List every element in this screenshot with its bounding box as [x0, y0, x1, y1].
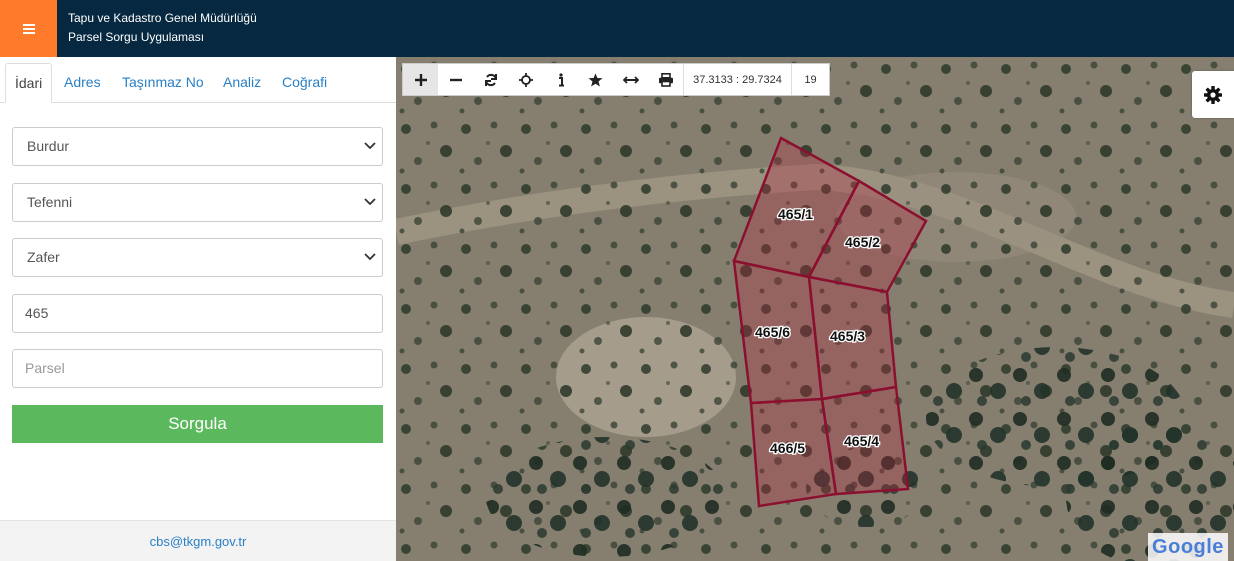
- refresh-button[interactable]: [473, 64, 508, 95]
- il-select[interactable]: Burdur: [12, 127, 383, 166]
- map-view[interactable]: 465/1 465/2 465/6 465/3 466/5 465/4 37.3…: [396, 57, 1234, 561]
- app-title-line2: Parsel Sorgu Uygulaması: [68, 30, 205, 44]
- sidebar: İdari Adres Taşınmaz No Analiz Coğrafi B…: [0, 57, 396, 561]
- parcel-label: 465/3: [830, 328, 865, 344]
- settings-button[interactable]: [1192, 71, 1234, 118]
- minus-icon: [449, 78, 462, 81]
- parcel-label: 465/6: [755, 324, 790, 340]
- print-button[interactable]: [648, 64, 683, 95]
- tab-cografi[interactable]: Coğrafi: [282, 63, 327, 103]
- mahalle-select-value: Zafer: [27, 249, 60, 265]
- gear-icon: [1204, 85, 1222, 104]
- il-select-value: Burdur: [27, 138, 70, 154]
- tab-adres[interactable]: Adres: [64, 63, 101, 103]
- zoom-out-button[interactable]: [438, 64, 473, 95]
- zoom-in-button[interactable]: [403, 64, 438, 95]
- zoom-level: 19: [791, 64, 829, 95]
- parcel-label: 465/4: [844, 433, 879, 449]
- contact-email-link[interactable]: cbs@tkgm.gov.tr: [150, 534, 247, 549]
- tab-tasinmaz-no[interactable]: Taşınmaz No: [122, 63, 204, 103]
- map-toolbar: 37.3133 : 29.7324 19: [402, 63, 830, 96]
- chevron-down-icon: [364, 197, 376, 207]
- parcel-label: 465/2: [845, 234, 880, 250]
- favorites-button[interactable]: [578, 64, 613, 95]
- chevron-down-icon: [364, 141, 376, 151]
- app-title-line1: Tapu ve Kadastro Genel Müdürlüğü: [68, 11, 257, 25]
- app-header: Tapu ve Kadastro Genel Müdürlüğü Parsel …: [0, 0, 1234, 57]
- crosshair-icon: [518, 72, 533, 87]
- hamburger-icon: [22, 22, 35, 36]
- google-attribution: Google: [1148, 533, 1228, 561]
- ilce-select-value: Tefenni: [27, 194, 73, 210]
- print-icon: [658, 72, 673, 87]
- ilce-select[interactable]: Tefenni: [12, 183, 383, 222]
- tab-analiz[interactable]: Analiz: [223, 63, 261, 103]
- measure-icon: [622, 75, 639, 84]
- parcel-label: 466/5: [770, 440, 805, 456]
- tab-idari[interactable]: İdari: [5, 63, 53, 103]
- satellite-imagery: 465/1 465/2 465/6 465/3 466/5 465/4: [396, 57, 1234, 561]
- chevron-down-icon: [364, 252, 376, 262]
- footer: cbs@tkgm.gov.tr: [0, 520, 396, 561]
- menu-button[interactable]: [0, 0, 57, 57]
- star-icon: [588, 73, 603, 86]
- ada-input[interactable]: 465: [12, 294, 383, 333]
- mahalle-select[interactable]: Zafer: [12, 238, 383, 277]
- parsel-input[interactable]: Parsel: [12, 349, 383, 388]
- info-button[interactable]: [543, 64, 578, 95]
- measure-button[interactable]: [613, 64, 648, 95]
- coordinates-readout: 37.3133 : 29.7324: [683, 64, 791, 95]
- refresh-icon: [484, 73, 497, 86]
- sorgula-button[interactable]: Sorgula: [12, 405, 383, 443]
- parcel-label: 465/1: [778, 206, 813, 222]
- google-logo-text: Google: [1152, 535, 1224, 558]
- locate-button[interactable]: [508, 64, 543, 95]
- plus-icon: [414, 73, 427, 86]
- info-icon: [558, 72, 564, 86]
- query-tabs: İdari Adres Taşınmaz No Analiz Coğrafi: [0, 57, 396, 103]
- app-title: Tapu ve Kadastro Genel Müdürlüğü Parsel …: [68, 9, 257, 47]
